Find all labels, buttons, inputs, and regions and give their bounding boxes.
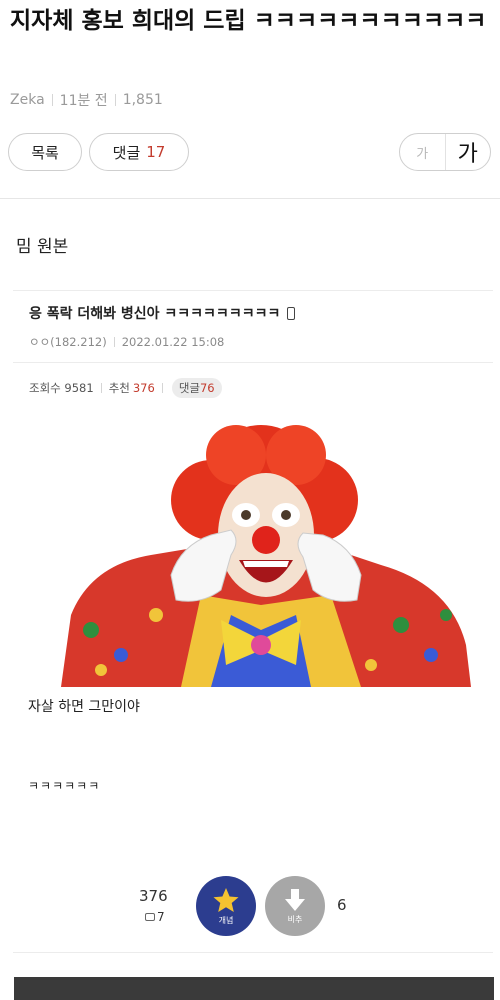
meta-divider [114,94,116,106]
like-count: 376 [139,887,168,905]
screenshot-top-divider [13,290,493,291]
screenshot-post-title-text: 응 폭락 더해봐 병신아 ㅋㅋㅋㅋㅋㅋㅋㅋㅋ [29,306,281,322]
upvote-label: 개념 [218,915,234,925]
list-button[interactable]: 목록 [8,133,82,171]
list-button-label: 목록 [31,143,59,162]
downvote-button[interactable]: 비추 [265,876,325,936]
screenshot-author: ㅇㅇ(182.212) [29,335,107,349]
stats-divider [161,383,163,393]
comments-button[interactable]: 댓글 17 [89,133,189,171]
embedded-screenshot: 응 폭락 더해봐 병신아 ㅋㅋㅋㅋㅋㅋㅋㅋㅋ ㅇㅇ(182.212) 2022.… [13,290,493,990]
comments-pill: 댓글76 [171,378,222,398]
downvote-label: 비추 [287,914,303,924]
stats-divider [100,383,102,393]
comments-label: 댓글 [178,381,200,395]
screenshot-body-line2: ㅋㅋㅋㅋㅋㅋ [28,779,101,793]
article-title: 지자체 홍보 희대의 드립 ㅋㅋㅋㅋㅋㅋㅋㅋㅋㅋㅋ [10,8,487,34]
reply-count: 7 [145,910,165,924]
next-image-preview [14,977,494,1000]
author-name[interactable]: Zeka [10,92,45,108]
meta-divider [51,94,53,106]
upvote-button[interactable]: 개념 [196,876,256,936]
clown-image [61,425,471,687]
screenshot-stats: 조회수 9581 추천 376 댓글76 [29,378,222,398]
views-value: 9581 [64,381,94,395]
screenshot-body-line1: 자살 하면 그만이야 [28,699,140,715]
recommend-value: 376 [132,381,155,395]
star-icon [213,887,239,912]
font-large-button[interactable]: 가 [446,134,491,170]
font-size-toggle: 가 가 [399,133,491,171]
screenshot-post-title: 응 폭락 더해봐 병신아 ㅋㅋㅋㅋㅋㅋㅋㅋㅋ [29,303,296,323]
views-label: 조회수 [29,381,61,395]
header-divider [0,198,500,199]
speech-bubble-icon [145,913,155,921]
view-count: 1,851 [122,92,163,108]
comments-value: 76 [199,381,215,395]
meta-divider [113,337,115,347]
screenshot-post-meta: ㅇㅇ(182.212) 2022.01.22 15:08 [29,334,224,350]
screenshot-divider [13,362,493,363]
reply-count-value: 7 [157,910,165,924]
comment-count: 17 [146,143,166,161]
phone-icon [287,306,296,320]
dislike-count: 6 [337,896,347,914]
article-meta: Zeka 11분 전 1,851 [10,90,163,110]
screenshot-date: 2022.01.22 15:08 [121,335,225,349]
post-time: 11분 전 [59,93,108,109]
down-arrow-icon [285,888,305,911]
comments-button-label: 댓글 [112,143,141,162]
recommend-label: 추천 [108,381,130,395]
screenshot-bottom-divider [13,952,493,953]
body-intro-text: 밈 원본 [16,237,69,257]
font-small-button[interactable]: 가 [400,134,446,170]
